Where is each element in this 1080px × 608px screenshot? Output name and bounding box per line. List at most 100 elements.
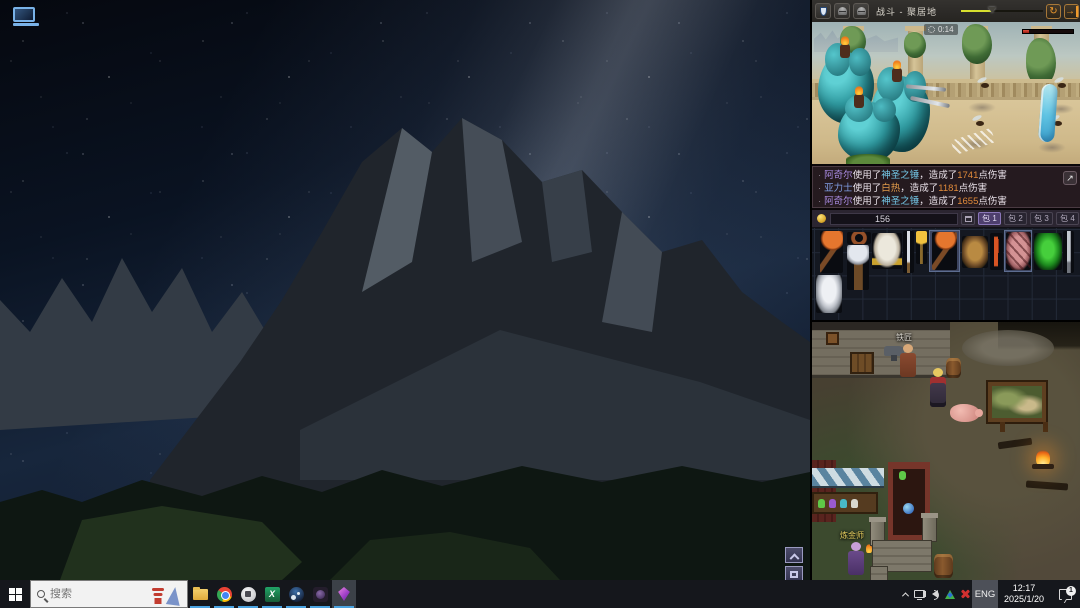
item-green-armor[interactable] [1034,233,1062,270]
blacksmith-npc[interactable] [900,344,916,377]
taskbar-app-steam[interactable] [284,580,308,608]
item-spiked-mace[interactable] [847,245,869,290]
chevron-up-icon [901,591,909,599]
taskbar-app-game[interactable] [308,580,332,608]
seasonal-search-art [152,583,183,606]
speed-slider[interactable] [961,6,1043,16]
water-spell-effect [1037,83,1059,143]
monster-rider [892,60,902,82]
game-window: 战斗 - 聚居地 ↻ → 0:14 · 阿奇尔使用了神圣之锤，造成了1741点伤… [810,0,1080,608]
battle-timer: 0:14 [924,24,958,35]
game-header: 战斗 - 聚居地 ↻ → [812,0,1080,22]
battle-title: 战斗 - 聚居地 [876,6,937,17]
monster-rider [840,36,850,58]
item-crimson-armor[interactable] [1006,232,1031,270]
map-board[interactable] [988,382,1048,432]
pagoda-icon [152,587,164,605]
flask-icon [899,471,906,480]
log-actor: 亚力士 [824,183,853,194]
action-center-button[interactable]: 1 [1050,585,1080,600]
barrel [934,554,953,578]
hero-slot-button-2[interactable] [853,3,869,19]
battle-scene: 0:14 [812,22,1080,164]
taskbar-app-chrome[interactable] [212,580,236,608]
bag-tab-4[interactable]: 包 4 [1056,212,1079,225]
clock-date: 2025/1/20 [1003,594,1045,604]
expand-log-button[interactable]: ↗ [1063,171,1077,185]
bag-tab-2[interactable]: 包 2 [1004,212,1027,225]
window-icon [790,570,798,578]
battle-log: 阿奇尔使用了神圣之锤，造成了1741点伤害 亚力士使用了白热，造成了1181点伤… [812,164,1080,210]
log-line: 亚力士使用了白热，造成了1181点伤害 [818,182,1076,195]
swap-button[interactable]: ↻ [1046,3,1061,19]
slider-knob-icon[interactable] [988,7,997,13]
pig[interactable] [950,404,983,422]
log-actor: 阿奇尔 [824,170,853,181]
taskbar-clock[interactable]: 12:17 2025/1/20 [998,583,1050,605]
expand-icon: ↗ [1066,173,1074,183]
item-bronze-gauntlet[interactable] [962,236,988,268]
taskbar-app-gog[interactable] [236,580,260,608]
start-button[interactable] [0,580,30,608]
helmet-icon [856,7,866,15]
taskbar: X ENG 12:17 2025/1/20 1 [0,580,1080,608]
market-stall [812,468,884,524]
hidden-icons-button[interactable] [898,591,912,599]
item-plate-armor[interactable] [872,233,902,269]
log-damage: 1655 [957,196,979,207]
taskbar-app-active-game[interactable] [332,580,356,608]
red-app-tray-icon[interactable] [957,580,972,608]
window-edge-buttons [785,547,803,582]
hero-slot-button-1[interactable] [834,3,850,19]
gog-icon [240,586,256,602]
item-gold-scepter[interactable] [916,231,927,264]
item-silver-armor[interactable] [816,275,842,313]
taskbar-apps: X [188,580,356,608]
search-input[interactable] [50,588,134,600]
tree-icon [165,586,183,606]
vine [962,24,992,64]
notification-badge: 1 [1066,585,1076,596]
gold-coin-icon [817,214,826,223]
desktop-shortcut-computer[interactable] [13,7,39,29]
collapse-button[interactable] [785,547,803,563]
storage-button[interactable] [961,212,975,225]
bag-tabs: 包 1 包 2 包 3 包 4 [961,212,1079,225]
taskbar-app-excel[interactable]: X [260,580,284,608]
item-battle-axe-2[interactable] [932,232,957,270]
currency-bar: 156 包 1 包 2 包 3 包 4 [812,210,1080,228]
exit-battle-button[interactable]: → [1064,3,1079,19]
player-character[interactable] [930,368,946,407]
taskbar-app-file-explorer[interactable] [188,580,212,608]
item-longsword[interactable] [903,231,914,273]
orb-icon [903,503,914,514]
volume-tray-icon[interactable] [922,580,942,608]
potion-shelf [812,492,878,514]
alchemist-npc[interactable] [848,542,864,575]
computer-icon [13,7,35,22]
monster-rider [854,86,864,108]
party-shield-button[interactable] [815,3,831,19]
excel-icon: X [264,586,280,602]
log-damage: 1741 [957,170,979,181]
log-skill: 神圣之锤 [881,170,920,181]
town-scene: 铁匠 炼金师 [812,322,1080,608]
screen: 战斗 - 聚居地 ↻ → 0:14 · 阿奇尔使用了神圣之锤，造成了1741点伤… [0,0,1080,608]
bag-tab-3[interactable]: 包 3 [1030,212,1053,225]
dark-game-icon [312,586,328,602]
item-battle-axe[interactable] [820,231,843,273]
exit-icon: → [1065,5,1078,17]
language-indicator[interactable]: ENG [972,580,998,608]
item-steel-sword[interactable] [1063,231,1074,273]
taskbar-search[interactable] [30,580,188,608]
item-leather-ring[interactable] [847,232,871,244]
wall-pillar [921,513,938,542]
potion-icon [840,498,847,508]
gold-amount: 156 [830,212,958,225]
helmet-icon [837,7,847,15]
bag-tab-1[interactable]: 包 1 [978,212,1001,225]
log-actor: 阿奇尔 [824,196,853,207]
triangle-tray-icon[interactable] [942,580,957,608]
item-red-talisman[interactable] [990,233,1003,270]
chest-icon [964,215,972,222]
